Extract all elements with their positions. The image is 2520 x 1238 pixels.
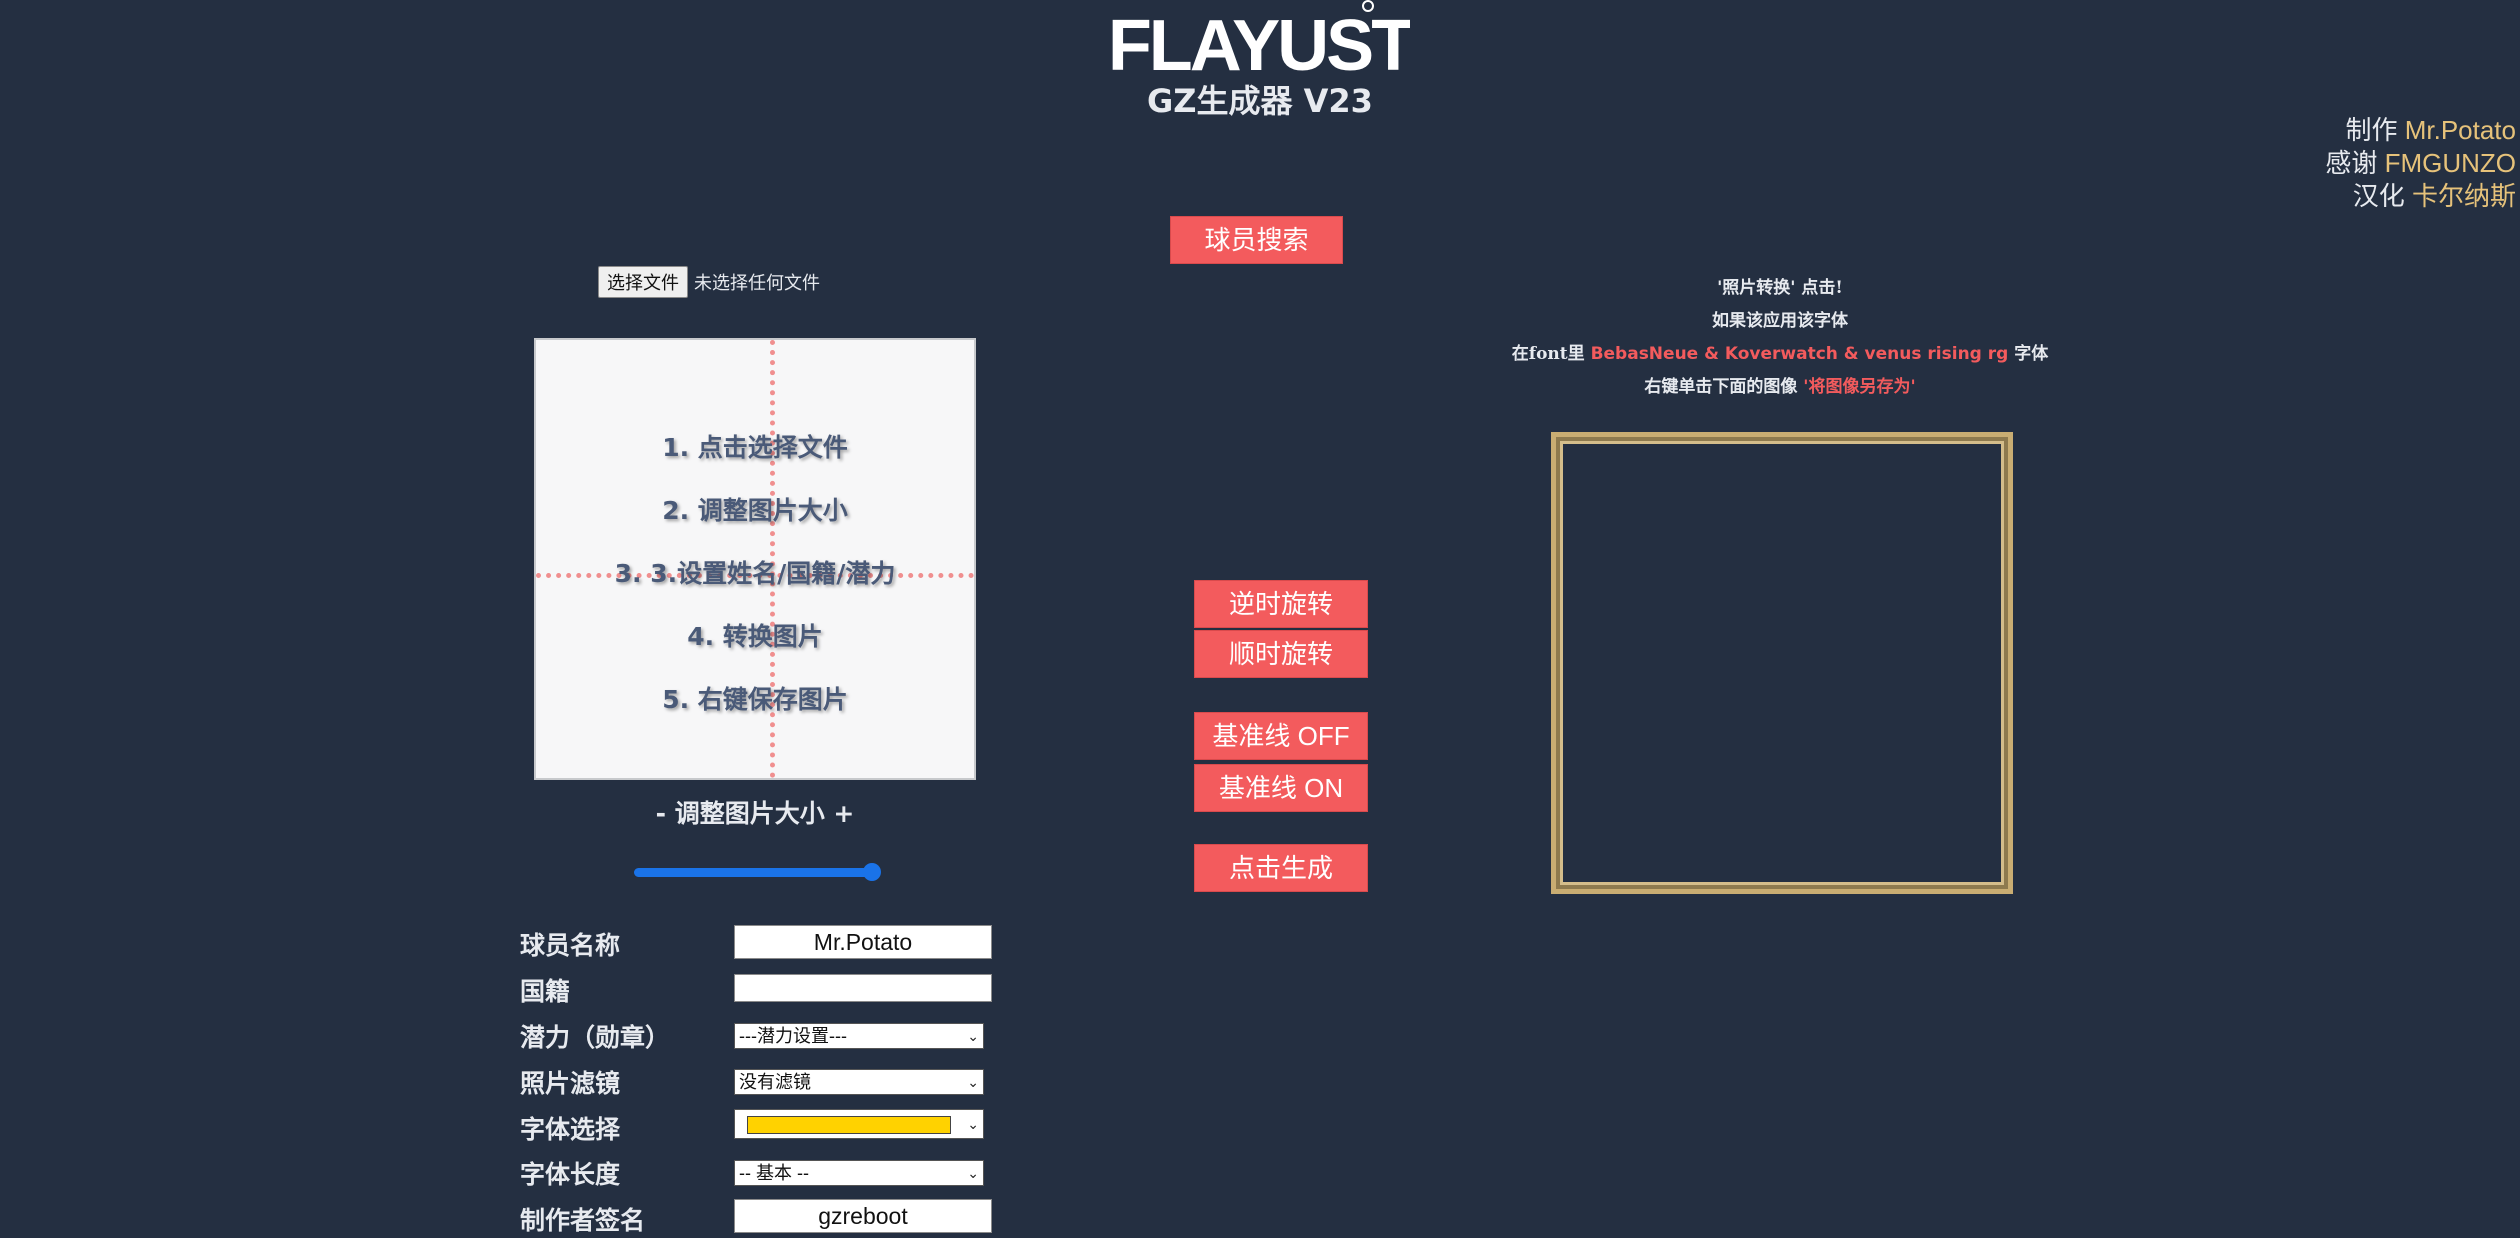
resize-slider-track[interactable] bbox=[634, 868, 872, 877]
font-names: BebasNeue & Koverwatch & venus rising rg bbox=[1590, 344, 2009, 364]
photo-filter-selected: 没有滤镜 bbox=[739, 1072, 811, 1092]
nationality-input[interactable] bbox=[734, 974, 992, 1002]
font-color-swatch bbox=[747, 1116, 951, 1134]
card-preview-canvas[interactable] bbox=[1551, 432, 2013, 894]
guides-off-button[interactable]: 基准线 OFF bbox=[1194, 712, 1368, 760]
guides-on-button[interactable]: 基准线 ON bbox=[1194, 764, 1368, 812]
nationality-label: 国籍 bbox=[520, 977, 571, 1006]
credit-thanks: 感谢 FMGUNZO bbox=[2325, 148, 2516, 178]
chevron-down-icon: ⌄ bbox=[967, 1028, 979, 1044]
chevron-down-icon: ⌄ bbox=[967, 1165, 979, 1181]
step-1: 1. 点击选择文件 bbox=[662, 433, 848, 462]
resize-label: - 调整图片大小 + bbox=[655, 799, 855, 828]
credit-maker: 制作 Mr.Potato bbox=[2345, 115, 2516, 145]
file-picker[interactable]: 选择文件 未选择任何文件 bbox=[598, 266, 820, 298]
instruction-line-4: 右键单击下面的图像 '将图像另存为' bbox=[1644, 377, 1916, 397]
potential-select[interactable]: ---潜力设置--- ⌄ bbox=[734, 1023, 984, 1049]
rotate-cw-button[interactable]: 顺时旋转 bbox=[1194, 630, 1368, 678]
font-length-selected: -- 基本 -- bbox=[739, 1163, 809, 1183]
step-4: 4. 转换图片 bbox=[687, 622, 823, 651]
potential-label: 潜力（勋章） bbox=[520, 1023, 671, 1052]
step-2: 2. 调整图片大小 bbox=[662, 496, 848, 525]
author-signature-label: 制作者签名 bbox=[520, 1206, 646, 1235]
instructions: '照片转换' 点击! 如果该应用该字体 在font里 BebasNeue & K… bbox=[1400, 272, 2160, 404]
font-select-label: 字体选择 bbox=[520, 1115, 621, 1144]
photo-filter-label: 照片滤镜 bbox=[520, 1069, 621, 1098]
save-image-hint: '将图像另存为' bbox=[1803, 377, 1916, 397]
logo-text: FLAYUST bbox=[1110, 6, 1410, 80]
step-3: 3. 3.设置姓名/国籍/潜力 bbox=[614, 559, 896, 588]
font-length-select[interactable]: -- 基本 -- ⌄ bbox=[734, 1160, 984, 1186]
font-length-label: 字体长度 bbox=[520, 1160, 621, 1189]
generate-button[interactable]: 点击生成 bbox=[1194, 844, 1368, 892]
chevron-down-icon: ⌄ bbox=[967, 1116, 979, 1132]
credits: 制作 Mr.Potato 感谢 FMGUNZO 汉化 卡尔纳斯 bbox=[2325, 114, 2516, 213]
chevron-down-icon: ⌄ bbox=[967, 1074, 979, 1090]
app-title: GZ生成器 V23 bbox=[1147, 82, 1373, 120]
resize-slider-thumb[interactable] bbox=[863, 863, 881, 881]
instruction-line-2: 如果该应用该字体 bbox=[1712, 311, 1848, 331]
instruction-line-3: 在font里 BebasNeue & Koverwatch & venus ri… bbox=[1511, 344, 2049, 364]
file-status: 未选择任何文件 bbox=[694, 273, 820, 294]
player-name-input[interactable]: Mr.Potato bbox=[734, 925, 992, 959]
credit-translation: 汉化 卡尔纳斯 bbox=[2352, 181, 2516, 211]
player-name-label: 球员名称 bbox=[520, 931, 621, 960]
step-5: 5. 右键保存图片 bbox=[662, 685, 848, 714]
choose-file-button[interactable]: 选择文件 bbox=[598, 266, 688, 298]
instruction-steps: 1. 点击选择文件 2. 调整图片大小 3. 3.设置姓名/国籍/潜力 4. 转… bbox=[536, 416, 974, 731]
potential-selected: ---潜力设置--- bbox=[739, 1026, 847, 1046]
flayust-logo: FLAYUST bbox=[1110, 0, 1410, 80]
photo-crop-area[interactable]: 1. 点击选择文件 2. 调整图片大小 3. 3.设置姓名/国籍/潜力 4. 转… bbox=[534, 338, 976, 780]
rotate-ccw-button[interactable]: 逆时旋转 bbox=[1194, 580, 1368, 628]
player-search-button[interactable]: 球员搜索 bbox=[1170, 216, 1343, 264]
instruction-line-1: '照片转换' 点击! bbox=[1717, 278, 1843, 298]
font-select[interactable]: ⌄ bbox=[734, 1109, 984, 1139]
author-signature-input[interactable]: gzreboot bbox=[734, 1199, 992, 1233]
photo-filter-select[interactable]: 没有滤镜 ⌄ bbox=[734, 1069, 984, 1095]
